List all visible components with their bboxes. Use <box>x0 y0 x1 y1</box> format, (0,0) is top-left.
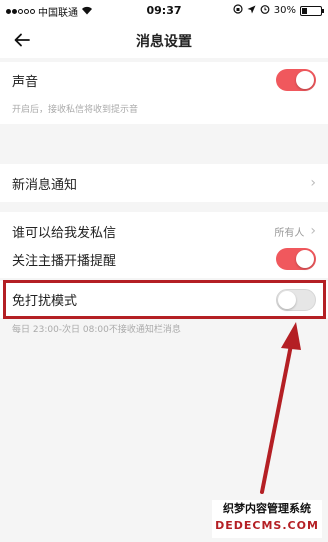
watermark-logo: 织梦内容管理系统 DEDECMS.COM <box>212 500 322 538</box>
watermark-line-2: DEDECMS.COM <box>215 519 319 532</box>
watermark-line-1: 织梦内容管理系统 <box>223 502 311 515</box>
annotation-arrow <box>260 322 301 494</box>
